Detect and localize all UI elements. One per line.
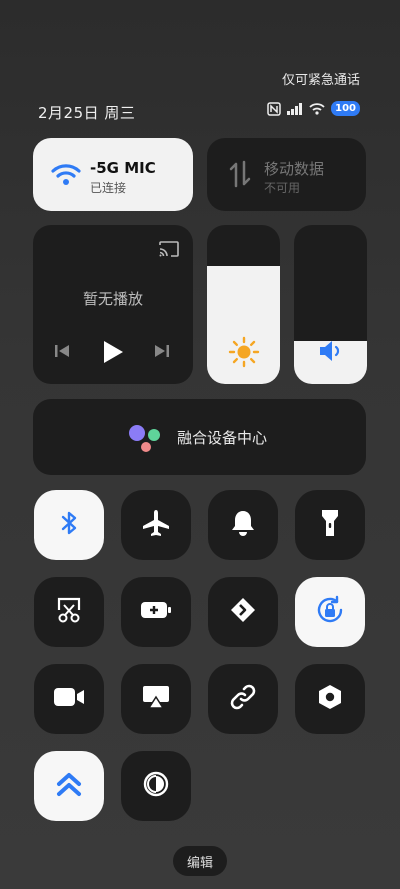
brightness-slider[interactable] bbox=[207, 225, 280, 384]
bluetooth-icon bbox=[58, 509, 80, 541]
airplay-icon bbox=[141, 684, 171, 714]
video-camera-icon bbox=[53, 686, 85, 712]
rotation-lock-toggle[interactable] bbox=[295, 577, 365, 647]
dark-mode-toggle[interactable] bbox=[121, 751, 191, 821]
play-icon[interactable] bbox=[102, 340, 124, 368]
fusion-label: 融合设备中心 bbox=[177, 429, 268, 447]
nfc-transfer-toggle[interactable] bbox=[208, 577, 278, 647]
flashlight-icon bbox=[321, 508, 339, 542]
double-chevron-up-icon bbox=[56, 770, 82, 802]
mobile-data-status: 不可用 bbox=[264, 181, 301, 195]
screen-record-toggle[interactable] bbox=[34, 664, 104, 734]
next-track-icon[interactable] bbox=[153, 342, 171, 364]
rotation-lock-icon bbox=[314, 594, 346, 630]
battery-badge: 100 bbox=[331, 101, 360, 116]
status-bar: 100 bbox=[267, 101, 360, 116]
bell-icon bbox=[230, 509, 256, 541]
link-sharing-toggle[interactable] bbox=[208, 664, 278, 734]
wifi-tile[interactable]: -5G MIC 已连接 bbox=[33, 138, 193, 211]
contrast-circle-icon bbox=[142, 770, 170, 802]
media-player-tile: 暂无播放 bbox=[33, 225, 193, 384]
mobile-data-label: 移动数据 bbox=[264, 160, 325, 178]
data-arrows-icon bbox=[229, 160, 251, 192]
flashlight-toggle[interactable] bbox=[295, 490, 365, 560]
sun-icon bbox=[207, 336, 280, 368]
battery-saver-toggle[interactable] bbox=[121, 577, 191, 647]
airplane-mode-toggle[interactable] bbox=[121, 490, 191, 560]
cast-icon[interactable] bbox=[158, 240, 180, 262]
ring-mode-toggle[interactable] bbox=[208, 490, 278, 560]
edit-button[interactable]: 编辑 bbox=[173, 846, 227, 876]
super-mode-toggle[interactable] bbox=[34, 751, 104, 821]
signal-icon bbox=[287, 102, 303, 115]
battery-plus-icon bbox=[140, 600, 172, 624]
media-title: 暂无播放 bbox=[82, 290, 143, 308]
chain-link-icon bbox=[228, 682, 258, 716]
date-text: 2月25日 周三 bbox=[38, 104, 136, 122]
screen-cast-toggle[interactable] bbox=[121, 664, 191, 734]
hexagon-gear-icon bbox=[316, 683, 344, 715]
airplane-icon bbox=[141, 508, 171, 542]
diamond-link-icon bbox=[229, 596, 257, 628]
bluetooth-toggle[interactable] bbox=[34, 490, 104, 560]
settings-hex-toggle[interactable] bbox=[295, 664, 365, 734]
speaker-icon bbox=[294, 339, 367, 363]
screenshot-scissors-icon bbox=[55, 596, 83, 628]
wifi-status: 已连接 bbox=[90, 181, 127, 195]
wifi-status-icon bbox=[309, 102, 325, 115]
wifi-network-name: -5G MIC bbox=[90, 159, 156, 177]
mobile-data-tile[interactable]: 移动数据 不可用 bbox=[207, 138, 366, 211]
emergency-call-text: 仅可紧急通话 bbox=[281, 73, 360, 88]
nfc-icon bbox=[267, 101, 281, 116]
screenshot-toggle[interactable] bbox=[34, 577, 104, 647]
fusion-device-center[interactable]: 融合设备中心 bbox=[33, 399, 366, 475]
previous-track-icon[interactable] bbox=[53, 342, 71, 364]
volume-slider[interactable] bbox=[294, 225, 367, 384]
fusion-dots-icon bbox=[129, 425, 160, 452]
wifi-icon bbox=[51, 162, 81, 190]
